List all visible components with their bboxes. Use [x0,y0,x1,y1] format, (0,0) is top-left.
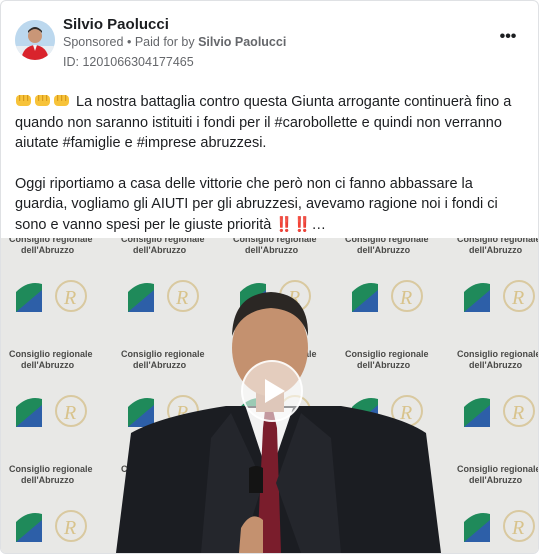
ad-card: Silvio Paolucci Sponsored • Paid for by … [0,0,539,554]
backdrop-text: Consiglio regionale [345,238,429,244]
post-paragraph-1: La nostra battaglia contro questa Giunta… [15,91,527,154]
backdrop-text: dell'Abruzzo [245,245,299,255]
backdrop-text: Consiglio regionale [457,349,538,359]
backdrop-text: dell'Abruzzo [133,245,187,255]
backdrop-text: dell'Abruzzo [133,360,187,370]
backdrop-text: dell'Abruzzo [21,245,75,255]
backdrop-text: Consiglio regionale [9,238,93,244]
meta-separator: • [126,35,132,49]
backdrop-text: dell'Abruzzo [357,245,411,255]
paid-for-prefix: Paid for by [134,35,195,49]
seal-icon: R [175,287,188,309]
backdrop-text: Consiglio regionale [9,349,93,359]
backdrop-text: Consiglio regionale [9,464,93,474]
seal-icon: R [63,517,76,539]
avatar[interactable] [15,20,55,60]
backdrop-text: Consiglio regionale [457,238,538,244]
post-paragraph-2: Oggi riportiamo a casa delle vittorie ch… [15,175,498,233]
seal-icon: R [63,402,76,424]
fist-icon [53,93,71,108]
post-header: Silvio Paolucci Sponsored • Paid for by … [1,1,538,81]
backdrop-text: Consiglio regionale [457,464,538,474]
seal-icon: R [399,287,412,309]
more-options-button[interactable]: ••• [495,29,521,50]
seal-icon: R [511,287,524,309]
avatar-image [15,20,55,60]
paid-for-name[interactable]: Silvio Paolucci [198,35,286,49]
backdrop-text: dell'Abruzzo [21,360,75,370]
sponsored-line: Sponsored • Paid for by Silvio Paolucci [63,35,286,49]
seal-icon: R [511,517,524,539]
sponsored-label: Sponsored [63,35,124,49]
post-paragraph-1-text: La nostra battaglia contro questa Giunta… [15,94,512,151]
post-text: La nostra battaglia contro questa Giunta… [15,91,527,255]
backdrop-text: dell'Abruzzo [357,360,411,370]
backdrop-text: dell'Abruzzo [469,245,523,255]
seal-icon: R [63,287,76,309]
backdrop-text: dell'Abruzzo [469,360,523,370]
fist-icon [15,93,33,108]
backdrop-text: Consiglio regionale [121,238,205,244]
ad-id: ID: 1201066304177465 [63,55,194,69]
backdrop-text: dell'Abruzzo [21,475,75,485]
backdrop-text: dell'Abruzzo [469,475,523,485]
play-icon [265,379,285,403]
backdrop-text: Consiglio regionale [233,238,317,244]
fist-icon [34,93,52,108]
backdrop-text: Consiglio regionale [121,349,205,359]
seal-icon: R [399,402,412,424]
author-name[interactable]: Silvio Paolucci [63,16,169,33]
seal-icon: R [511,402,524,424]
backdrop-text: Consiglio regionale [345,349,429,359]
play-button[interactable] [241,360,303,422]
